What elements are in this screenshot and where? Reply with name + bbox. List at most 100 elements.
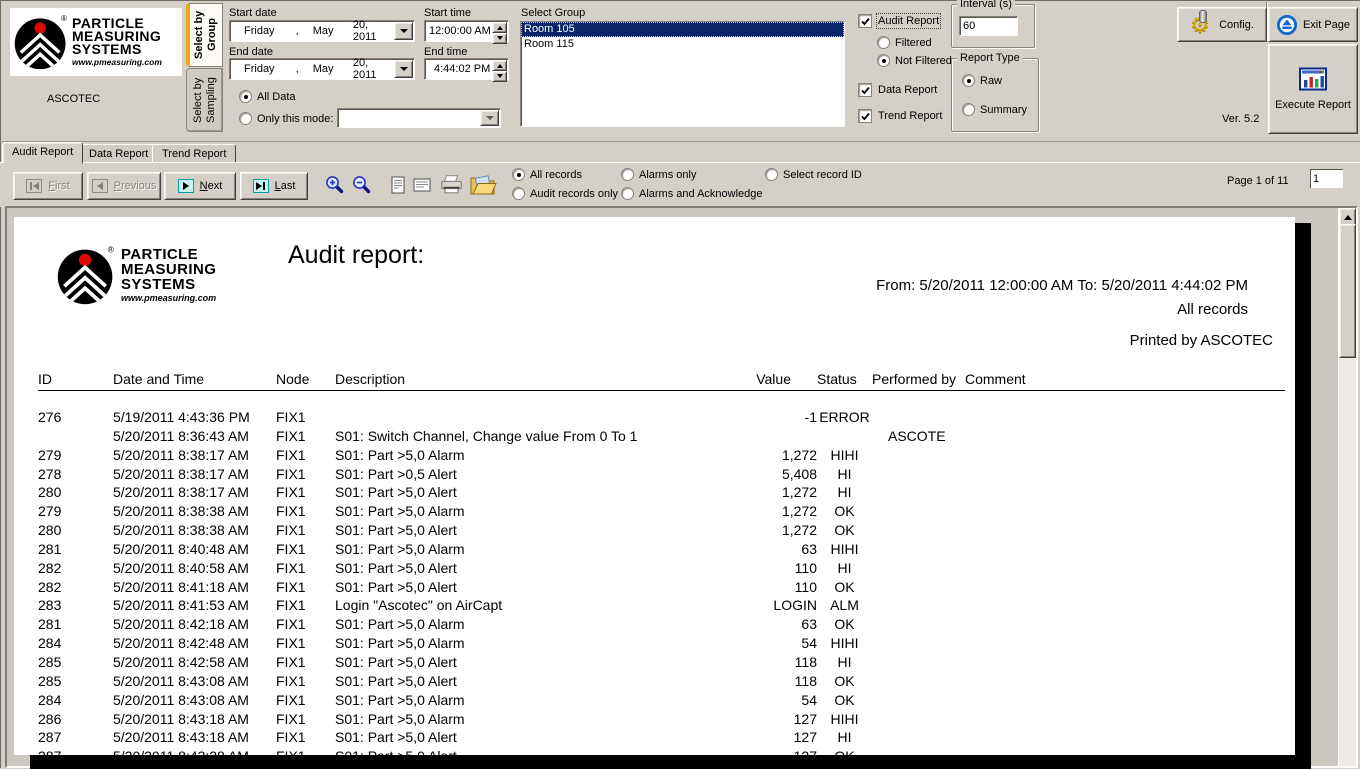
audit-report-label: Audit Report (878, 15, 939, 27)
summary-radio[interactable]: Summary (962, 103, 1027, 116)
table-row: 283 5/20/2011 8:41:53 AM FIX1 Login "Asc… (38, 596, 1285, 615)
cell-value: 118 (735, 672, 817, 691)
cell-description: S01: Part >5,0 Alarm (335, 540, 735, 559)
scroll-up-icon (1344, 211, 1352, 220)
cell-performed-by (872, 691, 965, 710)
mode-select-dropdown-button[interactable] (480, 110, 499, 126)
cell-status: ERROR (817, 408, 872, 427)
list-item[interactable]: Room 105 (521, 22, 844, 37)
data-report-checkbox[interactable]: Data Report (858, 83, 937, 97)
portrait-layout-button[interactable] (386, 174, 410, 196)
start-time-spinner[interactable]: 12:00:00 AM (424, 20, 509, 42)
execute-report-button[interactable]: Execute Report (1268, 44, 1358, 134)
end-date-picker[interactable]: Friday , May 20, 2011 (229, 58, 415, 80)
filtered-radio[interactable]: Filtered (877, 36, 932, 49)
data-report-label: Data Report (878, 84, 937, 96)
spinner-up-icon[interactable] (492, 60, 507, 71)
cell-id: 285 (38, 672, 113, 691)
cell-status (817, 427, 872, 446)
end-time-spinner[interactable]: 4:44:02 PM (424, 58, 509, 80)
cell-performed-by (872, 747, 965, 755)
end-time-spin-buttons[interactable] (492, 60, 507, 78)
zoom-in-button[interactable] (323, 174, 347, 196)
group-listbox[interactable]: Room 105Room 115 (520, 21, 845, 127)
all-records-label: All records (530, 169, 582, 181)
scrollbar-thumb[interactable] (1339, 224, 1356, 358)
side-tab-select-by-group[interactable]: Select by Group (186, 3, 223, 67)
tab-audit-report[interactable]: Audit Report (2, 142, 83, 164)
radio-icon (621, 187, 634, 200)
tab-data-report[interactable]: Data Report (79, 144, 158, 163)
trend-report-checkbox[interactable]: Trend Report (858, 109, 942, 123)
last-button[interactable]: Last (240, 172, 308, 200)
cell-value: 110 (735, 578, 817, 597)
col-id: ID (38, 371, 113, 387)
report-pms-logo: ® PARTICLE MEASURING SYSTEMS www.pmeasur… (55, 243, 216, 307)
cell-description: S01: Part >5,0 Alarm (335, 634, 735, 653)
cell-status: HI (817, 465, 872, 484)
cell-status: OK (817, 672, 872, 691)
vertical-scrollbar[interactable] (1338, 208, 1356, 766)
cell-value: 127 (735, 747, 817, 755)
cell-id: 284 (38, 691, 113, 710)
select-record-id-radio[interactable]: Select record ID (765, 168, 862, 181)
spinner-up-icon[interactable] (492, 22, 507, 33)
cell-id: 281 (38, 540, 113, 559)
tab-trend-report[interactable]: Trend Report (152, 144, 236, 163)
audit-records-only-radio[interactable]: Audit records only (512, 187, 618, 200)
brand-line1: PARTICLE (121, 247, 216, 262)
cell-datetime: 5/20/2011 8:38:38 AM (113, 521, 276, 540)
not-filtered-radio[interactable]: Not Filtered (877, 54, 952, 67)
alarms-only-radio[interactable]: Alarms only (621, 168, 696, 181)
zoom-out-button[interactable] (350, 174, 374, 196)
cell-status: OK (817, 691, 872, 710)
end-time-label: End time (424, 46, 467, 58)
select-group-label: Select Group (521, 7, 585, 19)
radio-icon (877, 36, 890, 49)
end-date-dropdown-button[interactable] (394, 60, 413, 78)
cell-id: 282 (38, 578, 113, 597)
cell-id: 278 (38, 465, 113, 484)
alarms-only-label: Alarms only (639, 169, 696, 181)
start-date-dropdown-button[interactable] (394, 22, 413, 40)
pms-logo: ® PARTICLE MEASURING SYSTEMS www.pmeasur… (10, 8, 182, 76)
spinner-down-icon[interactable] (492, 33, 507, 44)
cell-comment (965, 408, 1285, 427)
only-this-mode-radio[interactable]: Only this mode: (239, 112, 333, 125)
list-item[interactable]: Room 115 (521, 37, 844, 52)
start-time-spin-buttons[interactable] (492, 22, 507, 40)
next-button[interactable]: Next (164, 172, 236, 200)
all-data-radio[interactable]: All Data (239, 90, 296, 103)
pms-logo-mark: ® (13, 12, 69, 72)
cell-node: FIX1 (276, 540, 335, 559)
cell-description: S01: Part >5,0 Alert (335, 672, 735, 691)
cell-description: S01: Part >0,5 Alert (335, 465, 735, 484)
open-report-button[interactable] (468, 174, 498, 196)
raw-radio[interactable]: Raw (962, 74, 1002, 87)
config-button-label: Config. (1219, 19, 1254, 31)
start-date-picker[interactable]: Friday , May 20, 2011 (229, 20, 415, 42)
first-icon (26, 179, 42, 193)
cell-description: S01: Part >5,0 Alarm (335, 710, 735, 729)
page-number-input[interactable] (1310, 169, 1343, 188)
radio-icon (512, 187, 525, 200)
mode-select[interactable] (337, 108, 501, 128)
exit-page-button[interactable]: Exit Page (1268, 7, 1358, 42)
all-records-radio[interactable]: All records (512, 168, 582, 181)
audit-report-checkbox[interactable]: Audit Report (858, 14, 939, 28)
brand-url: www.pmeasuring.com (121, 293, 216, 303)
cell-id: 282 (38, 559, 113, 578)
first-button[interactable]: First (13, 172, 83, 200)
alarms-and-acknowledge-radio[interactable]: Alarms and Acknowledge (621, 187, 763, 200)
landscape-layout-button[interactable] (410, 174, 434, 196)
side-tab-select-by-sampling[interactable]: Select by Sampling (186, 68, 223, 132)
config-button[interactable]: ⚙ Config. (1177, 7, 1267, 42)
print-button[interactable] (440, 174, 464, 196)
cell-id: 281 (38, 615, 113, 634)
interval-input[interactable] (959, 16, 1018, 36)
previous-button[interactable]: Previous (87, 172, 161, 200)
last-button-label: Last (275, 180, 296, 192)
spinner-down-icon[interactable] (492, 71, 507, 82)
execute-report-button-label: Execute Report (1275, 99, 1351, 111)
table-row: 282 5/20/2011 8:41:18 AM FIX1 S01: Part … (38, 578, 1285, 597)
